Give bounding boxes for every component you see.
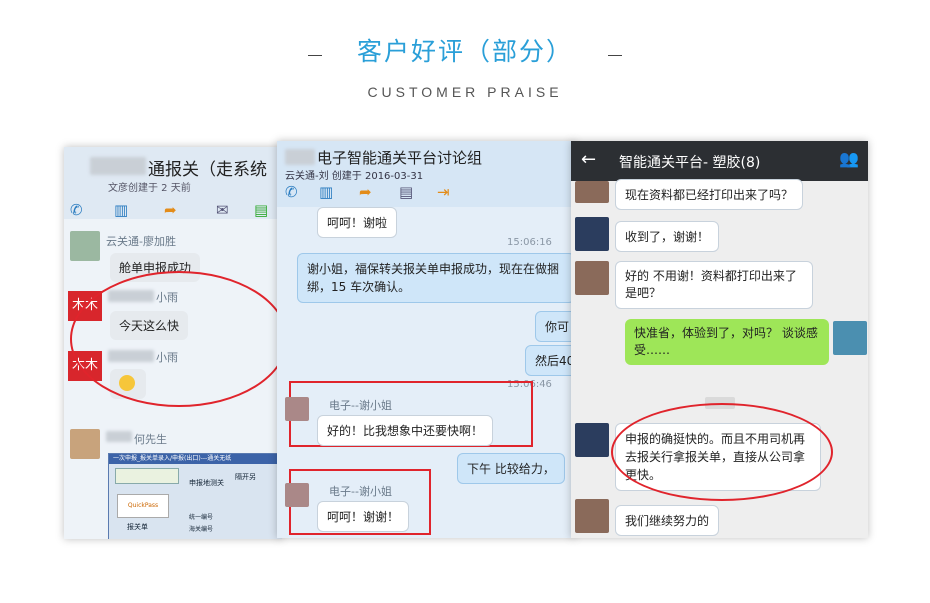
avatar: [70, 231, 100, 261]
blurred-name: [90, 157, 146, 175]
avatar: [575, 181, 609, 203]
msg-sender: 电子--谢小姐: [329, 485, 392, 498]
embedded-field: 统一编号: [189, 514, 214, 521]
chat1-title: 通报关（走系统: [148, 160, 267, 180]
msg-sender: 云关通-廖加胜: [106, 235, 176, 248]
back-arrow-icon[interactable]: ←: [581, 149, 596, 170]
msg-bubble: 好的！比我想象中还要快啊！: [317, 415, 494, 446]
blurred-name: [285, 149, 315, 165]
group-icon[interactable]: 👥: [839, 149, 859, 168]
embedded-app-screenshot: 一次申报_报关单录入/申报(出口)---通关无纸 申报地测关 隔开另 Quick…: [108, 453, 282, 539]
msg-bubble: 呵呵！谢谢！: [317, 501, 410, 532]
mail-icon[interactable]: ✉: [216, 201, 229, 219]
avatar: [575, 423, 609, 457]
msg-bubble: 谢小姐，福保转关报关单申报成功，现在在做捆绑，15 车次确认。: [297, 253, 575, 303]
timestamp: 15:06:16: [507, 237, 552, 248]
phone-icon[interactable]: ✆: [285, 183, 298, 201]
header-dash-right: [608, 55, 623, 56]
chat1-created: 文彦创建于 2 天前: [108, 183, 191, 194]
msg-bubble: 然后40: [525, 345, 575, 376]
phone-icon[interactable]: ✆: [70, 201, 83, 219]
embedded-toolbar: [115, 468, 179, 484]
msg-bubble: 下午 比较给力，: [457, 453, 565, 484]
msg-bubble: 现在资料都已经打印出来了吗？: [615, 179, 804, 210]
msg-bubble: 你可: [535, 311, 575, 342]
folder-icon[interactable]: ➦: [359, 183, 372, 201]
blurred-name: [106, 431, 132, 442]
chat-screenshot-3: ← 智能通关平台- 塑胶(8) 👥 现在资料都已经打印出来了吗？ 收到了，谢谢！…: [571, 141, 868, 538]
chart-icon[interactable]: ▥: [114, 201, 128, 219]
chat3-title: 智能通关平台- 塑胶(8): [619, 155, 761, 171]
red-highlight-oval: [70, 271, 282, 407]
embedded-label: 报关单: [127, 523, 148, 531]
msg-sender: 电子--谢小姐: [329, 399, 392, 412]
embedded-field: 海关编号: [189, 526, 214, 533]
msg-bubble: 呵呵！谢啦: [317, 207, 398, 238]
avatar: [285, 483, 309, 507]
chat-screenshot-2: 电子智能通关平台讨论组 云关通-刘 创建于 2016-03-31 ✆ ▥ ➦ ▤…: [277, 141, 575, 538]
msg-bubble: 我们继续努力的: [615, 505, 720, 536]
avatar: [575, 261, 609, 295]
section-title: 客户好评（部分）: [356, 37, 573, 66]
embedded-button: 隔开另: [235, 473, 256, 481]
chat-icon[interactable]: ▤: [254, 201, 268, 219]
avatar: [70, 429, 100, 459]
avatar: [833, 321, 867, 355]
chart-icon[interactable]: ▥: [319, 183, 333, 201]
header-dash-left: [307, 55, 322, 56]
msg-bubble: 快准省，体验到了，对吗？ 谈谈感受……: [625, 319, 829, 365]
chat2-created: 云关通-刘 创建于 2016-03-31: [285, 171, 424, 182]
avatar: [285, 397, 309, 421]
folder-icon[interactable]: ➦: [164, 201, 177, 219]
avatar: [575, 217, 609, 251]
avatar: [575, 499, 609, 533]
exit-icon[interactable]: ⇥: [437, 183, 450, 201]
section-subtitle: CUSTOMER PRAISE: [367, 84, 563, 100]
embedded-button: 申报地测关: [189, 479, 224, 487]
chat2-title: 电子智能通关平台讨论组: [317, 149, 483, 167]
section-header: 客户好评（部分） CUSTOMER PRAISE: [0, 32, 930, 100]
msg-bubble: 好的 不用谢！资料都打印出来了 是吧？: [615, 261, 813, 309]
chat-screenshot-1: 通报关（走系统 文彦创建于 2 天前 ✆ ▥ ➦ ✉ ▤ 云关通-廖加胜 舱单申…: [64, 147, 282, 539]
list-icon[interactable]: ▤: [399, 183, 413, 201]
msg-sender: 何先生: [134, 433, 167, 446]
embedded-titlebar: 一次申报_报关单录入/申报(出口)---通关无纸: [109, 454, 282, 464]
embedded-logo: QuickPass: [117, 494, 169, 518]
red-highlight-oval: [611, 403, 833, 501]
msg-bubble: 收到了，谢谢！: [615, 221, 720, 252]
